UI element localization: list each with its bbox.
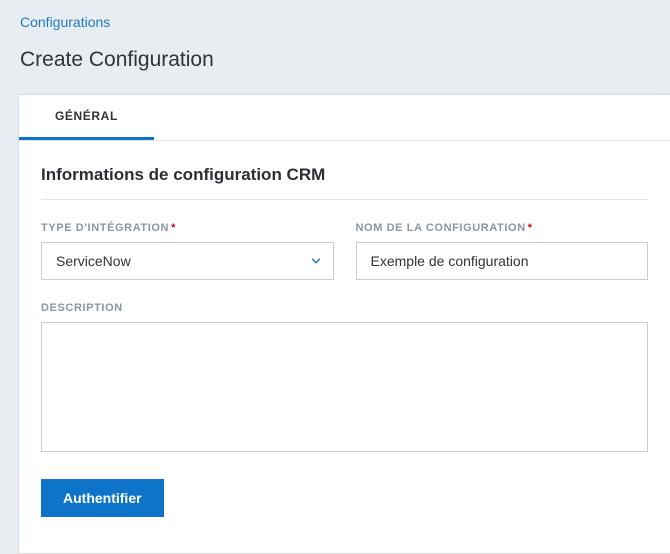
description-label: DESCRIPTION <box>41 302 648 314</box>
config-name-input[interactable] <box>356 242 649 280</box>
integration-type-label-text: TYPE D'INTÉGRATION <box>41 222 169 234</box>
authenticate-button[interactable]: Authentifier <box>41 479 164 517</box>
config-name-label-text: NOM DE LA CONFIGURATION <box>356 222 526 234</box>
breadcrumb-configurations[interactable]: Configurations <box>20 14 110 30</box>
section-title: Informations de configuration CRM <box>41 165 648 200</box>
integration-type-value: ServiceNow <box>56 253 131 269</box>
integration-type-select[interactable]: ServiceNow <box>41 242 334 280</box>
chevron-down-icon <box>309 254 323 268</box>
tab-bar: GÉNÉRAL <box>19 95 670 141</box>
page-title: Create Configuration <box>0 32 670 94</box>
tab-general[interactable]: GÉNÉRAL <box>19 95 154 140</box>
integration-type-label: TYPE D'INTÉGRATION* <box>41 222 334 234</box>
required-mark: * <box>171 222 176 234</box>
description-textarea[interactable] <box>41 322 648 452</box>
config-name-label: NOM DE LA CONFIGURATION* <box>356 222 649 234</box>
config-panel: GÉNÉRAL Informations de configuration CR… <box>18 94 670 554</box>
required-mark: * <box>528 222 533 234</box>
